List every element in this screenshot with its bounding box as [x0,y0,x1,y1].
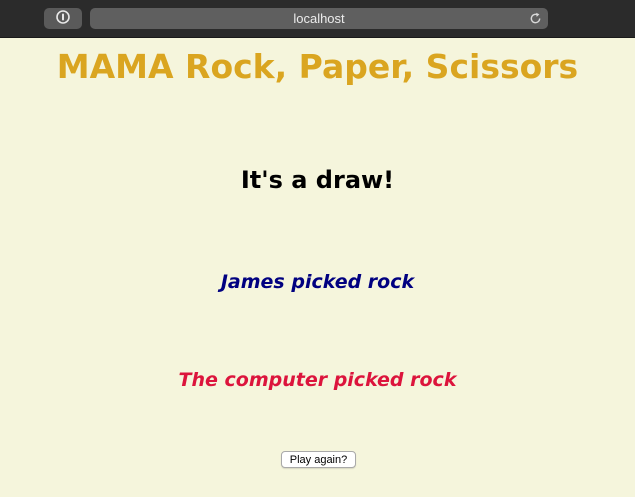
page-title: MAMA Rock, Paper, Scissors [56,47,579,86]
computer-pick: The computer picked rock [178,369,457,391]
password-manager-icon [56,9,70,28]
reload-icon[interactable] [528,11,543,26]
address-bar[interactable]: localhost [90,8,548,29]
address-text: localhost [293,11,345,26]
game-result: It's a draw! [240,166,395,194]
play-again-button[interactable]: Play again? [281,451,356,468]
password-manager-button[interactable] [44,8,82,29]
player-pick: James picked rock [220,271,415,293]
browser-toolbar: localhost [0,0,635,38]
page-content: MAMA Rock, Paper, Scissors It's a draw! … [0,38,635,497]
